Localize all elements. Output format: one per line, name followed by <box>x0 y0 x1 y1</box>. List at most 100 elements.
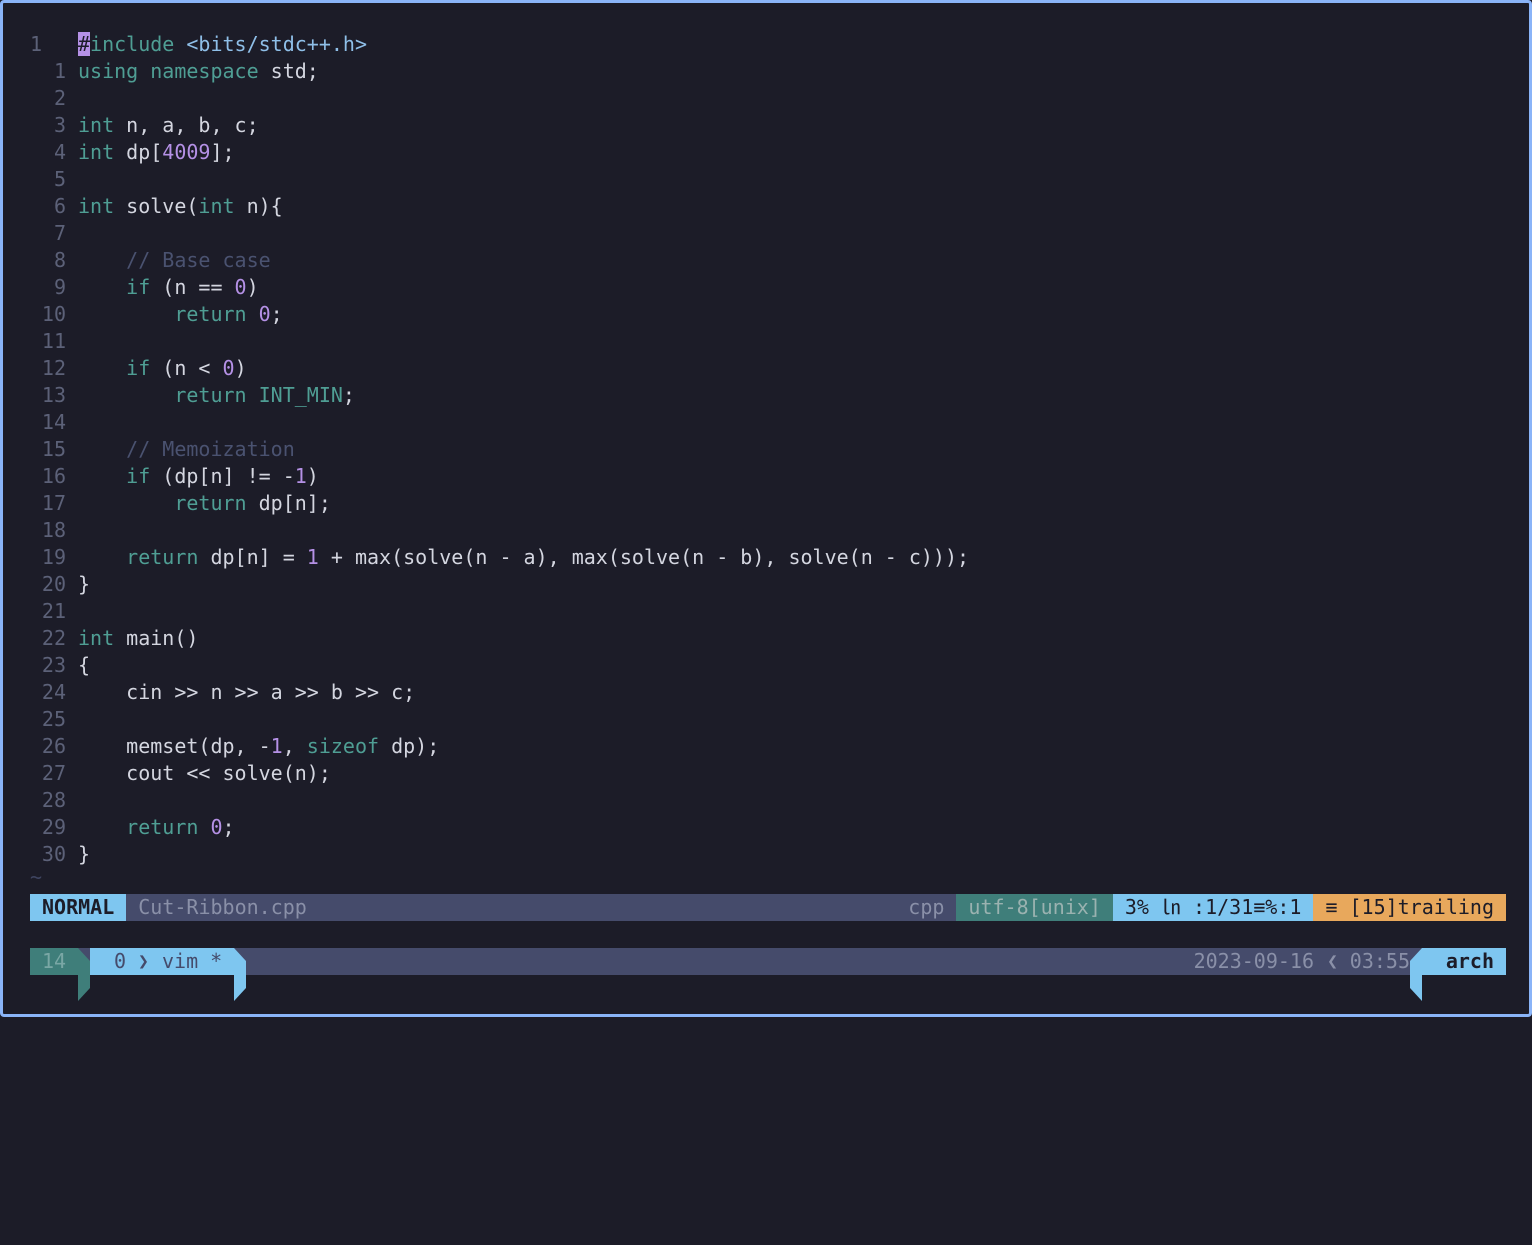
code-token: // Base case <box>126 248 271 272</box>
line-code: #include <bits/stdc++.h> <box>78 31 1507 58</box>
code-line[interactable]: 25 <box>27 706 1507 733</box>
line-code: memset(dp, -1, sizeof dp); <box>78 733 1507 760</box>
line-number: 2 <box>53 86 66 110</box>
code-line[interactable]: 10 return 0; <box>27 301 1507 328</box>
code-token: solve( <box>126 194 199 218</box>
code-token: sizeof <box>306 734 392 758</box>
powerline-arrow-icon <box>78 948 90 1001</box>
code-token: 1 <box>294 464 307 488</box>
code-line[interactable]: 23 { <box>27 652 1507 679</box>
line-code: return INT_MIN; <box>78 382 1507 409</box>
code-line[interactable]: 6 int solve(int n){ <box>27 193 1507 220</box>
code-line[interactable]: 13 return INT_MIN; <box>27 382 1507 409</box>
line-code: return 0; <box>78 814 1507 841</box>
tmux-window-tab[interactable]: 0 ❯ vim * <box>90 948 234 975</box>
line-number: 12 <box>41 356 66 380</box>
code-line[interactable]: 28 <box>27 787 1507 814</box>
code-token: + max(solve(n - a), max(solve(n - b), so… <box>318 545 970 569</box>
line-number: 14 <box>41 410 66 434</box>
code-line[interactable]: 20} <box>27 571 1507 598</box>
code-token: dp[n] = <box>210 545 307 569</box>
code-line[interactable]: 1 using namespace std; <box>27 58 1507 85</box>
line-number: 5 <box>53 167 66 191</box>
code-token: return <box>174 491 259 515</box>
trailing-whitespace-warning: ≡ [15]trailing <box>1313 894 1506 921</box>
code-token: (dp[n] != - <box>162 464 295 488</box>
powerline-arrow-icon <box>1410 948 1422 1001</box>
code-token: int <box>78 194 127 218</box>
code-token: // Memoization <box>126 437 295 461</box>
line-code: } <box>78 841 1507 868</box>
code-line[interactable]: 21 <box>27 598 1507 625</box>
code-line[interactable]: 5 <box>27 166 1507 193</box>
code-token: memset(dp, - <box>78 734 271 758</box>
code-line[interactable]: 2 <box>27 85 1507 112</box>
chevron-right-icon: ❯ <box>138 951 149 972</box>
code-line[interactable]: 30} <box>27 841 1507 868</box>
line-number: 16 <box>41 464 66 488</box>
line-number: 28 <box>41 788 66 812</box>
code-line[interactable]: 1 #include <bits/stdc++.h> <box>27 31 1507 58</box>
line-number: 17 <box>41 491 66 515</box>
code-line[interactable]: 29 return 0; <box>27 814 1507 841</box>
code-token: return <box>126 815 211 839</box>
code-token: cout << solve(n); <box>78 761 331 785</box>
code-line[interactable]: 7 <box>27 220 1507 247</box>
code-line[interactable]: 24 cin >> n >> a >> b >> c; <box>27 679 1507 706</box>
cursor-position: 3% ㏑ :1/31≡%:1 <box>1112 894 1314 921</box>
line-code: return 0; <box>78 301 1507 328</box>
line-number: 26 <box>41 734 66 758</box>
code-line[interactable]: 22 int main() <box>27 625 1507 652</box>
line-number: 23 <box>41 653 66 677</box>
line-code: // Memoization <box>78 436 1507 463</box>
line-code: int dp[4009]; <box>78 139 1507 166</box>
line-code: int solve(int n){ <box>78 193 1507 220</box>
code-token: ; <box>270 302 283 326</box>
filename: Cut-Ribbon.cpp <box>138 895 307 919</box>
code-line[interactable]: 27 cout << solve(n); <box>27 760 1507 787</box>
code-token: , <box>282 734 307 758</box>
code-token: (n == <box>162 275 235 299</box>
code-token: 0 <box>210 815 223 839</box>
line-code: if (n == 0) <box>78 274 1507 301</box>
code-line[interactable]: 4 int dp[4009]; <box>27 139 1507 166</box>
text-cursor: # <box>78 32 91 56</box>
line-number: 25 <box>41 707 66 731</box>
mode-indicator: NORMAL <box>30 894 127 921</box>
line-code: } <box>78 571 1507 598</box>
code-line[interactable]: 8 // Base case <box>27 247 1507 274</box>
code-line[interactable]: 14 <box>27 409 1507 436</box>
line-code: if (n < 0) <box>78 355 1507 382</box>
code-line[interactable]: 16 if (dp[n] != -1) <box>27 463 1507 490</box>
code-token: } <box>78 842 91 866</box>
code-line[interactable]: 9 if (n == 0) <box>27 274 1507 301</box>
code-token: include <box>90 32 187 56</box>
line-number: 11 <box>41 329 66 353</box>
vim-statusline: NORMAL Cut-Ribbon.cpp cpp utf-8[unix] 3%… <box>30 894 1506 921</box>
code-editor[interactable]: 1 #include <bits/stdc++.h> 1 using namespac… <box>27 31 1507 887</box>
code-token: int <box>78 626 127 650</box>
tmux-session[interactable]: 14 <box>30 948 78 975</box>
code-line[interactable]: 12 if (n < 0) <box>27 355 1507 382</box>
line-number: 29 <box>41 815 66 839</box>
code-line[interactable]: 15 // Memoization <box>27 436 1507 463</box>
code-line[interactable]: 11 <box>27 328 1507 355</box>
code-token: dp); <box>391 734 440 758</box>
code-token: 0 <box>234 275 247 299</box>
code-line[interactable]: 17 return dp[n]; <box>27 490 1507 517</box>
code-line[interactable]: 3 int n, a, b, c; <box>27 112 1507 139</box>
code-line[interactable]: 26 memset(dp, -1, sizeof dp); <box>27 733 1507 760</box>
code-line[interactable]: 19 return dp[n] = 1 + max(solve(n - a), … <box>27 544 1507 571</box>
code-line[interactable]: 18 <box>27 517 1507 544</box>
powerline-arrow-icon <box>234 948 246 1001</box>
